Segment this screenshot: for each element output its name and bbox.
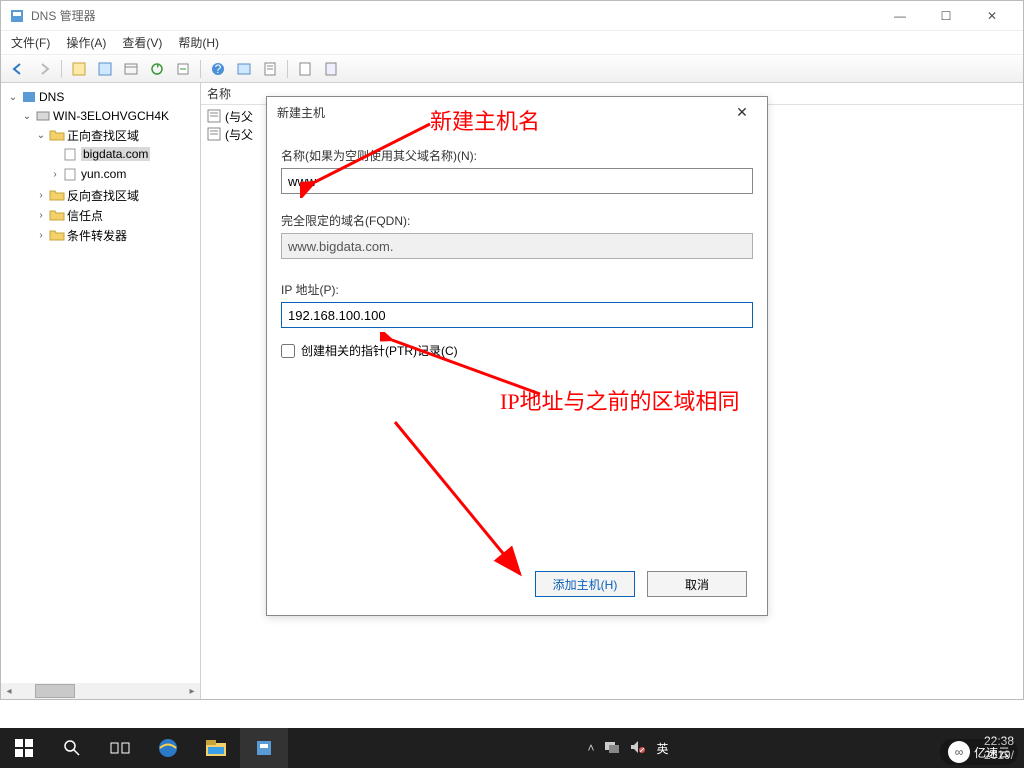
tree-server[interactable]: ⌄ WIN-3ELOHVGCH4K [21,107,198,125]
ptr-checkbox[interactable] [281,344,295,358]
dns-manager-taskbar-icon[interactable] [240,728,288,768]
tree-trust-points[interactable]: › 信任点 [35,206,198,224]
start-button[interactable] [0,728,48,768]
expand-icon[interactable]: ⌄ [35,129,47,141]
tree-hscrollbar[interactable]: ◂ ▸ [1,683,200,699]
dialog-close-button[interactable]: ✕ [727,100,757,124]
svg-text:?: ? [215,62,222,76]
collapse-icon[interactable]: › [35,229,47,241]
tray-chevron-icon[interactable]: ˄ [587,741,594,755]
collapse-icon[interactable]: › [35,209,47,221]
back-button[interactable] [7,58,29,80]
taskbar: ˄ 英 22:38 2019/ [0,728,1024,768]
host-name-input[interactable] [281,168,753,194]
tree-root-dns[interactable]: ⌄ DNS [7,88,198,106]
scroll-left-icon[interactable]: ◂ [1,683,17,699]
tb-icon-7[interactable] [320,58,342,80]
watermark: ∞ 亿速云 [940,739,1018,765]
help-icon[interactable]: ? [207,58,229,80]
tree-pane[interactable]: ⌄ DNS ⌄ WIN-3ELOHVGCH4K ⌄ 正向查找区域 bigdata.co… [1,83,201,699]
menubar: 文件(F) 操作(A) 查看(V) 帮助(H) [1,31,1023,55]
collapse-icon[interactable]: › [49,168,61,180]
fqdn-label: 完全限定的域名(FQDN): [281,212,753,229]
tree-label: bigdata.com [81,147,150,161]
explorer-icon[interactable] [192,728,240,768]
menu-action[interactable]: 操作(A) [66,34,106,51]
tree-zone-bigdata[interactable]: bigdata.com [49,145,198,163]
menu-view[interactable]: 查看(V) [122,34,162,51]
tree-label: yun.com [81,167,126,181]
ie-icon[interactable] [144,728,192,768]
close-window-button[interactable]: ✕ [969,2,1015,30]
tree-reverse-zones[interactable]: › 反向查找区域 [35,186,198,204]
maximize-button[interactable]: ☐ [923,2,969,30]
tb-icon-4[interactable] [233,58,255,80]
tree-label: 正向查找区域 [67,127,139,144]
add-host-button[interactable]: 添加主机(H) [535,571,635,597]
tb-icon-6[interactable] [294,58,316,80]
volume-icon[interactable] [630,740,646,757]
ip-label: IP 地址(P): [281,281,753,298]
menu-file[interactable]: 文件(F) [11,34,50,51]
tree-label: WIN-3ELOHVGCH4K [53,109,169,123]
tb-icon-1[interactable] [68,58,90,80]
expand-icon [49,148,61,160]
ime-indicator[interactable]: 英 [656,740,668,757]
minimize-button[interactable]: — [877,2,923,30]
menu-help[interactable]: 帮助(H) [178,34,219,51]
toolbar: ? [1,55,1023,83]
scroll-right-icon[interactable]: ▸ [184,683,200,699]
expand-icon[interactable]: ⌄ [21,110,33,122]
titlebar: DNS 管理器 — ☐ ✕ [1,1,1023,31]
app-icon [9,8,25,24]
cancel-button[interactable]: 取消 [647,571,747,597]
tree-conditional-forwarders[interactable]: › 条件转发器 [35,226,198,244]
tree-zone-yun[interactable]: › yun.com [49,165,198,183]
tb-icon-2[interactable] [94,58,116,80]
new-host-dialog: 新建主机 ✕ 名称(如果为空则使用其父域名称)(N): 完全限定的域名(FQDN… [266,96,768,616]
export-icon[interactable] [172,58,194,80]
list-item-label: (与父 [225,108,253,125]
network-icon[interactable] [604,740,620,757]
dialog-title: 新建主机 [277,104,727,121]
expand-icon[interactable]: ⌄ [7,91,19,103]
tb-icon-3[interactable] [120,58,142,80]
refresh-icon[interactable] [146,58,168,80]
tree-label: 条件转发器 [67,227,127,244]
ptr-label: 创建相关的指针(PTR)记录(C) [301,342,458,359]
fqdn-display: www.bigdata.com. [281,233,753,259]
ip-address-input[interactable] [281,302,753,328]
forward-button[interactable] [33,58,55,80]
task-view-icon[interactable] [96,728,144,768]
watermark-icon: ∞ [948,741,970,763]
collapse-icon[interactable]: › [35,189,47,201]
name-label: 名称(如果为空则使用其父域名称)(N): [281,147,753,164]
tree-label: 信任点 [67,207,103,224]
tb-icon-5[interactable] [259,58,281,80]
tree-label: 反向查找区域 [67,187,139,204]
tree-forward-zones[interactable]: ⌄ 正向查找区域 [35,126,198,144]
list-item-label: (与父 [225,126,253,143]
scroll-thumb[interactable] [35,684,75,698]
watermark-text: 亿速云 [974,744,1010,761]
window-title: DNS 管理器 [31,7,877,24]
tree-label: DNS [39,90,64,104]
dialog-titlebar: 新建主机 ✕ [267,97,767,127]
search-icon[interactable] [48,728,96,768]
